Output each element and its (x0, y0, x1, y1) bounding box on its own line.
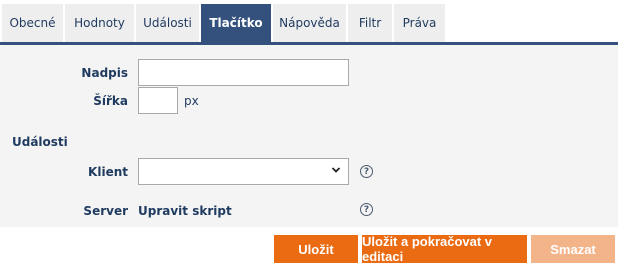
client-help-icon[interactable]: ? (360, 165, 373, 178)
tab-bar: Obecné Hodnoty Události Tlačítko Nápověd… (0, 4, 618, 42)
server-label: Server (83, 204, 128, 218)
client-select[interactable] (138, 158, 349, 185)
tab-obecne[interactable]: Obecné (2, 4, 63, 42)
tab-tlacitko[interactable]: Tlačítko (201, 4, 271, 42)
tab-filtr[interactable]: Filtr (348, 4, 392, 42)
client-label: Klient (88, 165, 128, 179)
width-input[interactable] (138, 87, 178, 114)
server-help-icon[interactable]: ? (360, 203, 373, 216)
edit-script-link[interactable]: Upravit skript (138, 204, 232, 218)
width-unit: px (184, 94, 199, 108)
tab-napoveda[interactable]: Nápověda (273, 4, 346, 42)
form-panel: Nadpis Šířka px Události Klient ? Server… (0, 45, 618, 227)
tab-hodnoty[interactable]: Hodnoty (65, 4, 134, 42)
chevron-down-icon (331, 167, 341, 173)
delete-button[interactable]: Smazat (531, 235, 615, 263)
tab-prava[interactable]: Práva (394, 4, 445, 42)
width-label: Šířka (93, 94, 128, 108)
save-button[interactable]: Uložit (274, 235, 358, 263)
title-input[interactable] (138, 59, 349, 86)
title-label: Nadpis (81, 66, 128, 80)
events-heading: Události (12, 135, 68, 149)
tab-udalosti[interactable]: Události (136, 4, 199, 42)
save-continue-button[interactable]: Uložit a pokračovat v editaci (362, 234, 527, 264)
